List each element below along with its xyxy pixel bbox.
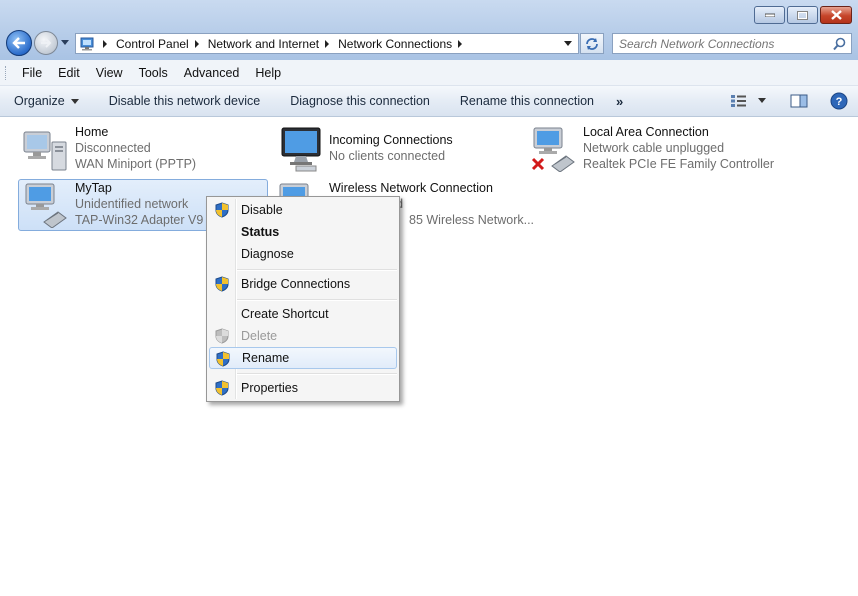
maximize-button[interactable] [787, 6, 818, 24]
search-input[interactable] [619, 36, 829, 51]
menu-separator [237, 299, 397, 301]
change-view-icon[interactable] [730, 94, 748, 108]
connection-status: Network cable unplugged [583, 141, 725, 155]
menu-item-label: Diagnose [241, 247, 294, 261]
refresh-button[interactable] [580, 33, 604, 54]
incoming-connection-icon [281, 127, 321, 172]
uac-shield-icon [215, 276, 229, 292]
back-button[interactable] [6, 30, 32, 56]
close-button[interactable] [820, 6, 852, 24]
menu-advanced[interactable]: Advanced [176, 66, 248, 80]
uac-shield-icon [216, 351, 230, 367]
connection-status: Disconnected [75, 141, 151, 155]
rename-connection-button[interactable]: Rename this connection [460, 94, 594, 108]
chevron-down-icon [70, 98, 79, 104]
forward-button[interactable] [34, 31, 58, 55]
svg-text:?: ? [836, 96, 843, 108]
menu-item-label: Delete [241, 329, 278, 343]
connection-incoming[interactable]: Incoming Connections No clients connecte… [272, 124, 512, 176]
breadcrumb-network-and-internet[interactable]: Network and Internet [208, 37, 319, 51]
uac-shield-icon [215, 380, 229, 396]
menu-item-properties[interactable]: Properties [209, 377, 397, 399]
connection-name: Wireless Network Connection [329, 181, 493, 195]
title-bar: Control Panel Network and Internet Netwo… [0, 0, 858, 60]
window-controls [754, 6, 852, 24]
menu-item-status[interactable]: Status [209, 221, 397, 243]
menu-item-delete: Delete [209, 325, 397, 347]
menu-item-diagnose[interactable]: Diagnose [209, 243, 397, 265]
recent-pages-dropdown[interactable] [61, 40, 69, 45]
menu-file[interactable]: File [14, 66, 50, 80]
menu-item-label: Properties [241, 381, 298, 395]
address-bar[interactable]: Control Panel Network and Internet Netwo… [75, 33, 579, 54]
breadcrumb-separator-icon[interactable] [103, 39, 107, 48]
command-bar: Organize Disable this network device Dia… [0, 86, 858, 117]
menu-view[interactable]: View [88, 66, 131, 80]
connections-view: Home Disconnected WAN Miniport (PPTP) In… [0, 118, 858, 596]
connection-name: Home [75, 125, 109, 139]
disable-device-button[interactable]: Disable this network device [109, 94, 260, 108]
menu-item-disable[interactable]: Disable [209, 199, 397, 221]
menu-item-rename[interactable]: Rename [209, 347, 397, 369]
uac-shield-icon [215, 328, 229, 344]
view-options-chevron-down-icon[interactable] [758, 98, 766, 104]
forward-arrow-icon [41, 38, 52, 48]
connection-local-area[interactable]: Local Area Connection Network cable unpl… [526, 124, 826, 176]
close-icon [830, 10, 842, 20]
search-box[interactable] [612, 33, 852, 54]
menu-item-label: Disable [241, 203, 283, 217]
menu-item-label: Create Shortcut [241, 307, 329, 321]
context-menu: Disable Status Diagnose Bridge Connectio… [206, 196, 400, 402]
diagnose-connection-button[interactable]: Diagnose this connection [290, 94, 430, 108]
address-dropdown-icon[interactable] [564, 41, 572, 46]
dialup-connection-icon [23, 131, 67, 171]
menu-item-create-shortcut[interactable]: Create Shortcut [209, 303, 397, 325]
connection-status: Unidentified network [75, 197, 189, 211]
menu-item-label: Bridge Connections [241, 277, 351, 291]
ethernet-connection-icon [25, 183, 67, 228]
more-commands-button[interactable]: » [616, 94, 623, 109]
ethernet-connection-icon [531, 127, 575, 172]
breadcrumb-control-panel[interactable]: Control Panel [116, 37, 189, 51]
menu-separator [237, 269, 397, 271]
minimize-button[interactable] [754, 6, 785, 24]
uac-shield-icon [215, 202, 229, 218]
connection-status: No clients connected [329, 149, 446, 163]
menu-item-bridge-connections[interactable]: Bridge Connections [209, 273, 397, 295]
connection-name: Incoming Connections [329, 133, 453, 147]
connection-home[interactable]: Home Disconnected WAN Miniport (PPTP) [18, 124, 258, 176]
menu-help[interactable]: Help [247, 66, 289, 80]
minimize-icon [764, 13, 775, 17]
breadcrumb: Control Panel Network and Internet Netwo… [97, 37, 471, 51]
breadcrumb-separator-icon[interactable] [458, 39, 463, 48]
preview-pane-icon[interactable] [790, 93, 808, 109]
organize-button[interactable]: Organize [14, 94, 79, 108]
menu-item-label: Rename [242, 351, 290, 365]
search-icon[interactable] [833, 37, 846, 51]
menu-separator [237, 373, 397, 375]
connection-name: MyTap [75, 181, 112, 195]
connection-device: TAP-Win32 Adapter V9 [75, 213, 204, 227]
connection-device: WAN Miniport (PPTP) [75, 157, 197, 171]
breadcrumb-separator-icon[interactable] [325, 39, 330, 48]
view-controls: ? [730, 92, 848, 110]
maximize-icon [797, 10, 808, 20]
menu-item-label: Status [241, 225, 280, 239]
back-arrow-icon [12, 37, 25, 49]
organize-label: Organize [14, 94, 65, 108]
menu-edit[interactable]: Edit [50, 66, 88, 80]
menu-tools[interactable]: Tools [131, 66, 176, 80]
connection-name: Local Area Connection [583, 125, 709, 139]
help-icon[interactable]: ? [830, 92, 848, 110]
connection-device: Realtek PCIe FE Family Controller [583, 157, 775, 171]
control-panel-icon [80, 37, 94, 50]
refresh-icon [586, 37, 598, 50]
menu-bar: File Edit View Tools Advanced Help [0, 60, 858, 86]
breadcrumb-network-connections[interactable]: Network Connections [338, 37, 452, 51]
breadcrumb-separator-icon[interactable] [194, 39, 199, 48]
menu-grip [5, 66, 8, 80]
